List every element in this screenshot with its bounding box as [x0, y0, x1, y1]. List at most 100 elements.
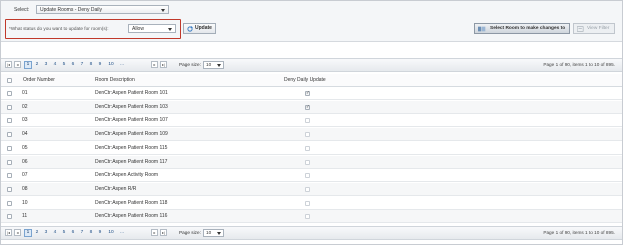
select-room-button[interactable]: Select Room to make changes to [474, 23, 570, 34]
order-number-cell: 03 [22, 117, 28, 124]
page-size-value: 10 [206, 62, 212, 67]
page-link[interactable]: 10 [105, 61, 117, 69]
order-number-cell: 08 [22, 185, 28, 192]
order-number-cell: 10 [22, 199, 28, 206]
deny-daily-update-checkbox[interactable] [305, 214, 310, 220]
first-page-button[interactable]: |◂ [5, 61, 12, 68]
page-link[interactable]: 5 [60, 229, 68, 237]
page-size-label: Page size: [179, 62, 201, 67]
page-link[interactable]: 7 [78, 61, 86, 69]
row-select-checkbox[interactable] [7, 186, 12, 192]
next-page-button[interactable]: ▸ [151, 229, 158, 236]
deny-daily-update-checkbox[interactable] [305, 173, 310, 179]
deny-daily-update-checkbox[interactable] [305, 118, 310, 124]
row-select-checkbox[interactable] [7, 91, 12, 96]
row-select-checkbox[interactable] [7, 173, 12, 179]
chevron-down-icon [168, 28, 172, 31]
grid-header: Order Number Room Description Deny Daily… [1, 74, 622, 87]
page-size-dropdown[interactable]: 10 [203, 61, 224, 69]
order-number-cell: 07 [22, 172, 28, 179]
deny-daily-update-checkbox[interactable] [305, 145, 310, 151]
page-link[interactable]: 6 [69, 229, 77, 237]
last-page-button[interactable]: ▸| [160, 61, 167, 68]
page-link[interactable]: 6 [69, 61, 77, 69]
page-link[interactable]: 8 [87, 229, 95, 237]
table-row[interactable]: 04 DenCtr:Aspen Patient Room 109 [1, 128, 622, 142]
room-description-cell: DenCtr:Aspen Patient Room 107 [95, 117, 168, 124]
deny-daily-update-checkbox[interactable] [305, 104, 310, 110]
next-page-button[interactable]: ▸ [151, 61, 158, 68]
page-link[interactable]: 5 [60, 61, 68, 69]
prev-page-button[interactable]: ◂ [14, 61, 21, 68]
page-link[interactable]: 2 [33, 229, 41, 237]
room-description-cell: DenCtr:Aspen Patient Room 109 [95, 131, 168, 138]
update-type-value: Update Rooms - Deny Daily [40, 7, 102, 13]
pager-bottom: |◂ ◂ 1 2 3 4 5 6 7 8 9 10 ... ▸ ▸| Page … [1, 226, 622, 240]
page-size-dropdown[interactable]: 10 [203, 229, 224, 237]
update-button[interactable]: Update [183, 23, 216, 34]
table-row[interactable]: 03 DenCtr:Aspen Patient Room 107 [1, 114, 622, 128]
view-filter-button[interactable]: View Filter [573, 23, 615, 34]
deny-daily-update-checkbox[interactable] [305, 132, 310, 138]
rooms-icon [478, 26, 486, 32]
row-select-checkbox[interactable] [7, 132, 12, 138]
page-link[interactable]: 1 [24, 229, 32, 237]
row-select-checkbox[interactable] [7, 200, 12, 206]
filter-icon [577, 26, 584, 32]
page-size-value: 10 [206, 230, 212, 235]
pager-top: |◂ ◂ 1 2 3 4 5 6 7 8 9 10 ... ▸ ▸| Page … [1, 58, 622, 72]
page-link[interactable]: 8 [87, 61, 95, 69]
column-header-room-description[interactable]: Room Description [95, 77, 135, 83]
page-size-label: Page size: [179, 230, 201, 235]
table-row[interactable]: 07 DenCtr:Aspen Activity Room [1, 169, 622, 183]
pager-info: Page 1 of 90, items 1 to 10 of 895. [543, 230, 615, 235]
chevron-down-icon [217, 232, 221, 235]
first-page-button[interactable]: |◂ [5, 229, 12, 236]
order-number-cell: 02 [22, 103, 28, 110]
table-row[interactable]: 11 DenCtr:Aspen Patient Room 116 [1, 210, 622, 224]
table-row[interactable]: 05 DenCtr:Aspen Patient Room 115 [1, 142, 622, 155]
page-link[interactable]: 7 [78, 229, 86, 237]
deny-daily-update-checkbox[interactable] [305, 200, 310, 206]
room-description-cell: DenCtr:Aspen Patient Room 115 [95, 144, 168, 151]
page-link[interactable]: 3 [42, 229, 50, 237]
update-button-label: Update [195, 25, 212, 31]
table-row[interactable]: 08 DenCtr:Aspen R/R [1, 182, 622, 196]
page-link[interactable]: 3 [42, 61, 50, 69]
row-select-checkbox[interactable] [7, 214, 12, 220]
select-label: Select: [14, 7, 30, 13]
row-select-checkbox[interactable] [7, 159, 12, 165]
prev-page-button[interactable]: ◂ [14, 229, 21, 236]
page-link-more[interactable]: ... [118, 61, 126, 69]
page-link[interactable]: 4 [51, 229, 59, 237]
room-description-cell: DenCtr:Aspen Patient Room 117 [95, 158, 168, 165]
page-link[interactable]: 2 [33, 61, 41, 69]
page-link[interactable]: 4 [51, 61, 59, 69]
room-description-cell: DenCtr:Aspen Patient Room 116 [95, 213, 168, 220]
order-number-cell: 01 [22, 90, 28, 96]
select-all-checkbox[interactable] [7, 78, 12, 83]
row-select-checkbox[interactable] [7, 145, 12, 151]
deny-daily-update-checkbox[interactable] [305, 90, 310, 96]
page-link[interactable]: 9 [96, 229, 104, 237]
page-link-more[interactable]: ... [118, 229, 126, 237]
room-description-cell: DenCtr:Aspen Patient Room 103 [95, 103, 168, 110]
update-type-dropdown[interactable]: Update Rooms - Deny Daily [36, 5, 169, 14]
order-number-cell: 11 [22, 213, 28, 220]
table-row[interactable]: 01 DenCtr:Aspen Patient Room 101 [1, 87, 622, 100]
table-row[interactable]: 10 DenCtr:Aspen Patient Room 118 [1, 197, 622, 210]
column-header-deny-daily-update[interactable]: Deny Daily Update [284, 77, 326, 83]
table-row[interactable]: 02 DenCtr:Aspen Patient Room 103 [1, 100, 622, 114]
page-link[interactable]: 9 [96, 61, 104, 69]
table-row[interactable]: 06 DenCtr:Aspen Patient Room 117 [1, 155, 622, 169]
last-page-button[interactable]: ▸| [160, 229, 167, 236]
column-header-order-number[interactable]: Order Number [23, 77, 55, 83]
status-dropdown[interactable]: Allow [128, 24, 176, 33]
row-select-checkbox[interactable] [7, 118, 12, 124]
page-link[interactable]: 1 [24, 61, 32, 69]
deny-daily-update-checkbox[interactable] [305, 159, 310, 165]
deny-daily-update-checkbox[interactable] [305, 186, 310, 192]
page-link[interactable]: 10 [105, 229, 117, 237]
status-value: Allow [132, 26, 144, 32]
row-select-checkbox[interactable] [7, 104, 12, 110]
